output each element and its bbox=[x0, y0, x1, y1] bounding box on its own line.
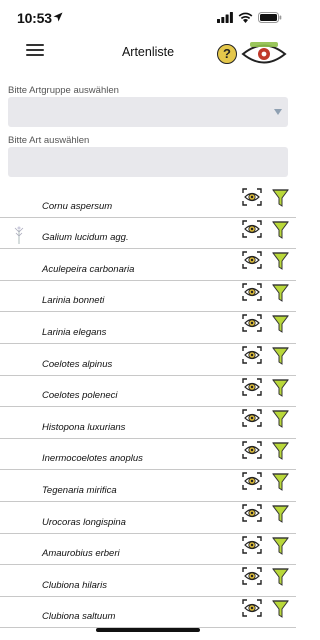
app-header: Artenliste ? bbox=[0, 36, 296, 70]
filter-funnel-icon[interactable] bbox=[272, 600, 289, 618]
filter-funnel-icon[interactable] bbox=[272, 378, 289, 397]
list-item[interactable]: Urocoras longispina bbox=[0, 502, 296, 534]
app-logo-eye-icon[interactable] bbox=[241, 41, 287, 67]
species-list: Cornu aspersum Galium lucidum agg. Aculepe… bbox=[0, 186, 296, 629]
eye-scan-icon[interactable] bbox=[242, 251, 262, 269]
eye-scan-icon[interactable] bbox=[242, 314, 262, 333]
status-time: 10:53 bbox=[17, 10, 52, 26]
help-icon[interactable]: ? bbox=[217, 44, 237, 64]
species-name: Amaurobius erberi bbox=[42, 548, 120, 560]
list-item[interactable]: Histopona luxurians bbox=[0, 407, 296, 439]
filter-funnel-icon[interactable] bbox=[272, 347, 289, 365]
species-select-label: Bitte Art auswählen bbox=[8, 135, 90, 146]
eye-scan-icon[interactable] bbox=[242, 535, 262, 554]
location-arrow-icon bbox=[53, 12, 63, 22]
filter-funnel-icon[interactable] bbox=[272, 252, 289, 271]
filter-funnel-icon[interactable] bbox=[272, 473, 289, 492]
eye-scan-icon[interactable] bbox=[242, 441, 262, 459]
filter-funnel-icon[interactable] bbox=[272, 189, 289, 207]
list-item[interactable]: Clubiona saltuum bbox=[0, 597, 296, 629]
species-name: Clubiona saltuum bbox=[42, 611, 116, 623]
species-name: Larinia elegans bbox=[42, 326, 107, 338]
list-item[interactable]: Inermocoelotes anoplus bbox=[0, 439, 296, 471]
species-name: Clubiona hilaris bbox=[42, 579, 107, 591]
signal-icon bbox=[217, 12, 233, 23]
filter-funnel-icon[interactable] bbox=[272, 505, 289, 523]
eye-scan-icon[interactable] bbox=[242, 188, 262, 206]
eye-scan-icon[interactable] bbox=[242, 283, 262, 301]
eye-scan-icon[interactable] bbox=[242, 346, 262, 364]
list-item[interactable]: Coelotes alpinus bbox=[0, 344, 296, 376]
eye-scan-icon[interactable] bbox=[242, 504, 262, 522]
group-select[interactable] bbox=[8, 97, 288, 127]
status-bar: 10:53 bbox=[0, 0, 296, 36]
species-name: Cornu aspersum bbox=[42, 200, 113, 212]
list-item[interactable]: Aculepeira carbonaria bbox=[0, 249, 296, 281]
list-item[interactable]: Galium lucidum agg. bbox=[0, 218, 296, 250]
filter-funnel-icon[interactable] bbox=[272, 442, 289, 460]
species-name: Aculepeira carbonaria bbox=[42, 263, 135, 275]
list-item[interactable]: Amaurobius erberi bbox=[0, 534, 296, 566]
list-item[interactable]: Coelotes poleneci bbox=[0, 376, 296, 408]
group-select-label: Bitte Artgruppe auswählen bbox=[8, 85, 119, 96]
list-item[interactable]: Clubiona hilaris bbox=[0, 565, 296, 597]
home-indicator bbox=[96, 628, 200, 632]
filter-funnel-icon[interactable] bbox=[272, 568, 289, 587]
species-name: Larinia bonneti bbox=[42, 295, 105, 307]
species-name: Galium lucidum agg. bbox=[42, 232, 129, 244]
list-item[interactable]: Tegenaria mirifica bbox=[0, 470, 296, 502]
eye-scan-icon[interactable] bbox=[242, 472, 262, 491]
species-select[interactable] bbox=[8, 147, 288, 177]
eye-scan-icon[interactable] bbox=[242, 567, 262, 585]
list-item[interactable]: Larinia bonneti bbox=[0, 281, 296, 313]
species-thumbnail bbox=[13, 224, 25, 244]
filter-funnel-icon[interactable] bbox=[272, 536, 289, 555]
eye-scan-icon[interactable] bbox=[242, 409, 262, 427]
filter-funnel-icon[interactable] bbox=[272, 220, 289, 239]
filter-funnel-icon[interactable] bbox=[272, 410, 289, 429]
filter-funnel-icon[interactable] bbox=[272, 284, 289, 302]
species-name: Histopona luxurians bbox=[42, 421, 126, 433]
species-name: Inermocoelotes anoplus bbox=[42, 453, 143, 465]
species-name: Coelotes alpinus bbox=[42, 358, 113, 370]
list-item[interactable]: Larinia elegans bbox=[0, 312, 296, 344]
chevron-down-icon bbox=[274, 109, 282, 115]
filter-funnel-icon[interactable] bbox=[272, 315, 289, 334]
species-name: Urocoras longispina bbox=[42, 516, 126, 528]
battery-icon bbox=[258, 12, 282, 23]
species-name: Tegenaria mirifica bbox=[42, 484, 117, 496]
species-name: Coelotes poleneci bbox=[42, 390, 118, 402]
wifi-icon bbox=[238, 12, 253, 23]
eye-scan-icon[interactable] bbox=[242, 599, 262, 617]
eye-scan-icon[interactable] bbox=[242, 219, 262, 238]
list-item[interactable]: Cornu aspersum bbox=[0, 186, 296, 218]
eye-scan-icon[interactable] bbox=[242, 377, 262, 396]
